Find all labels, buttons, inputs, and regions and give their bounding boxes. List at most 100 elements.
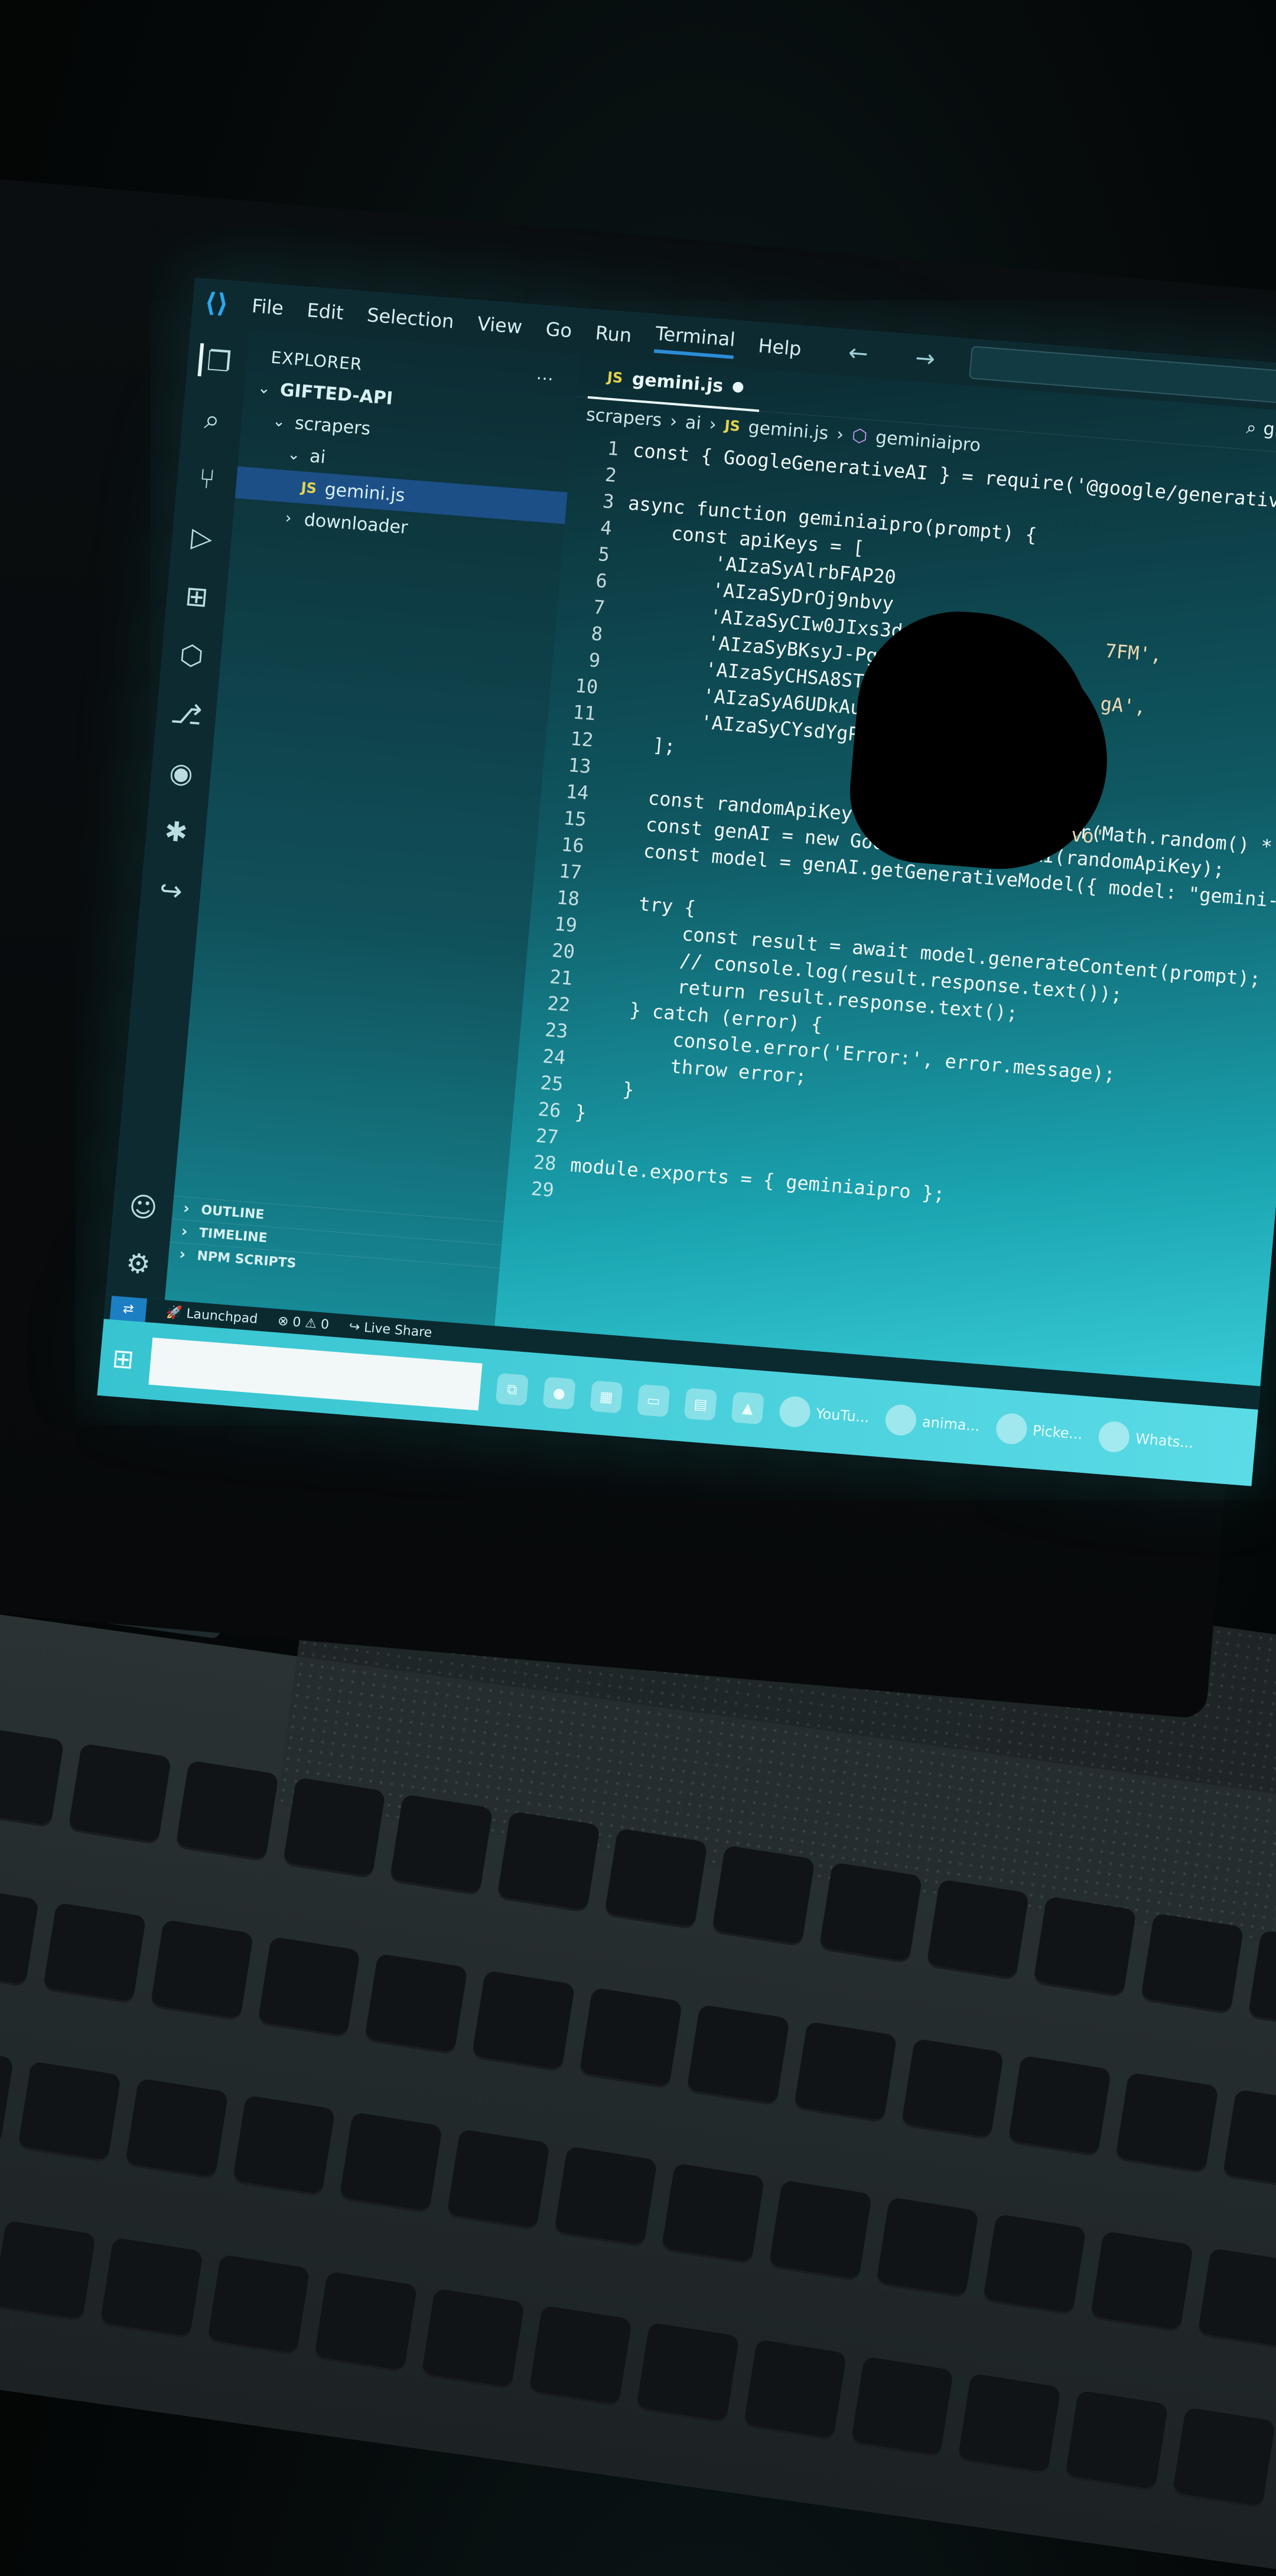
- key-fragment-3: vo': [1070, 823, 1106, 849]
- taskbar-app-3[interactable]: Picke...: [995, 1412, 1084, 1449]
- chevron-right-icon: ›: [669, 410, 678, 432]
- menu-edit[interactable]: Edit: [306, 299, 344, 324]
- line-number: 11: [572, 700, 597, 725]
- app-avatar-icon: [884, 1403, 918, 1437]
- vscode-logo-icon: ⟨⟩: [203, 287, 230, 319]
- search-icon[interactable]: ⌕: [194, 402, 230, 438]
- cube-icon[interactable]: ⬡: [174, 637, 210, 673]
- app-avatar-icon: [778, 1395, 812, 1429]
- launchpad-item[interactable]: 🚀 Launchpad: [165, 1305, 258, 1326]
- folder-icon[interactable]: ▭: [636, 1384, 670, 1417]
- chevron-right-icon: ›: [835, 423, 845, 445]
- menu-go[interactable]: Go: [545, 318, 573, 342]
- chevron-down-icon: ⌄: [272, 412, 287, 431]
- more-actions-icon[interactable]: ···: [535, 369, 554, 389]
- js-file-icon: JS: [606, 369, 624, 387]
- source-control-icon[interactable]: ⑂: [189, 461, 225, 497]
- code-text: ];: [606, 730, 677, 758]
- vlc-icon[interactable]: ▲: [731, 1391, 764, 1425]
- keyboard-key: [850, 2356, 954, 2458]
- keyboard-key: [768, 2180, 872, 2282]
- code-editor[interactable]: 7FM', gA', vo' 1 const { GoogleGenerative…: [506, 430, 1276, 1260]
- line-number: 26: [537, 1097, 562, 1122]
- chevron-down-icon: ⌄: [287, 445, 301, 464]
- settings-gear-icon[interactable]: ⚙: [121, 1245, 157, 1281]
- keyboard-key: [1008, 2055, 1112, 2157]
- live-share-icon[interactable]: ↪: [153, 873, 189, 908]
- keyboard-key: [125, 2078, 229, 2180]
- menu-run[interactable]: Run: [594, 322, 632, 347]
- warning-icon: ⚠: [304, 1315, 318, 1332]
- keyboard-key: [0, 2220, 96, 2322]
- app-avatar-icon: [995, 1412, 1028, 1446]
- sidebar-panels: › OUTLINE › TIMELINE › NPM SCRIPTS: [168, 1195, 504, 1291]
- keyboard-key: [793, 2021, 897, 2123]
- menu-selection[interactable]: Selection: [366, 304, 455, 332]
- keyboard-key: [0, 1726, 64, 1828]
- taskbar-app-4[interactable]: Whats...: [1098, 1420, 1194, 1458]
- line-number: 8: [590, 622, 604, 645]
- kubernetes-icon[interactable]: ✱: [158, 814, 194, 849]
- keyboard-key: [339, 2112, 443, 2214]
- line-number: 25: [539, 1071, 564, 1095]
- keyboard-key: [958, 2372, 1062, 2475]
- keyboard-key: [17, 2060, 121, 2163]
- taskbar-search[interactable]: [148, 1337, 483, 1411]
- breadcrumb-file[interactable]: gemini.js: [747, 417, 829, 444]
- run-debug-icon[interactable]: ▷: [184, 520, 220, 555]
- line-number: 22: [546, 992, 571, 1016]
- breadcrumb-ai[interactable]: ai: [685, 412, 702, 433]
- keyboard-key: [0, 2044, 14, 2146]
- chevron-right-icon: ›: [180, 1222, 188, 1241]
- keyboard-key: [1115, 2072, 1219, 2174]
- keyboard-key: [257, 1936, 361, 2038]
- task-view-icon[interactable]: ⧉: [495, 1372, 529, 1406]
- breadcrumb-scrapers[interactable]: scrapers: [585, 404, 663, 431]
- keyboard-key: [471, 1970, 575, 2072]
- explorer-icon[interactable]: ❐: [197, 343, 237, 379]
- back-arrow-icon[interactable]: ←: [847, 339, 869, 367]
- live-share-item[interactable]: ↪ Live Share: [349, 1319, 433, 1340]
- taskbar-app-1[interactable]: YouTu...: [778, 1395, 871, 1433]
- chat-icon[interactable]: ●: [542, 1377, 576, 1410]
- keyboard-key: [67, 1743, 172, 1845]
- keyboard-key: [1033, 1896, 1137, 1998]
- keyboard-key: [99, 2236, 203, 2339]
- remote-indicator-icon[interactable]: ⇄: [109, 1296, 148, 1322]
- keyboard-key: [1222, 2089, 1276, 2191]
- keyboard-key: [554, 2145, 657, 2248]
- files-icon[interactable]: ▦: [590, 1380, 623, 1414]
- keyboard-key: [711, 1845, 815, 1947]
- keyboard-key: [232, 2095, 336, 2197]
- problems-item[interactable]: ⊗ 0 ⚠ 0: [277, 1313, 330, 1332]
- app-avatar-icon: [1098, 1420, 1131, 1454]
- keyboard-key: [982, 2213, 1087, 2316]
- laptop-screen: ⟨⟩ File Edit Selection View Go Run Termi…: [97, 278, 1276, 1486]
- explorer-app-icon[interactable]: ▤: [683, 1388, 718, 1421]
- window-title: ⌕ gifted-a: [1245, 417, 1276, 445]
- search-icon: ⌕: [1245, 417, 1258, 439]
- menu-file[interactable]: File: [251, 295, 285, 319]
- unsaved-dot-icon[interactable]: [732, 381, 744, 393]
- account-icon[interactable]: ☺: [125, 1189, 161, 1225]
- taskbar-app-2[interactable]: anima...: [884, 1403, 981, 1442]
- symbol-cube-icon: ⬡: [851, 425, 868, 447]
- forward-arrow-icon[interactable]: →: [914, 344, 936, 373]
- keyboard-key: [1140, 1913, 1244, 2015]
- menu-terminal[interactable]: Terminal: [653, 322, 737, 359]
- keyboard-key: [686, 2004, 790, 2106]
- keyboard-key: [900, 2037, 1005, 2140]
- keyboard-key: [636, 2321, 740, 2424]
- rocket-icon: 🚀: [165, 1305, 187, 1321]
- menu-view[interactable]: View: [477, 312, 523, 338]
- github-icon[interactable]: ◉: [163, 755, 199, 791]
- keyboard-key: [282, 1777, 386, 1879]
- extensions-icon[interactable]: ⊞: [179, 579, 215, 614]
- windows-start-icon[interactable]: ⊞: [111, 1343, 135, 1375]
- line-number: 7: [593, 595, 606, 619]
- git-graph-icon[interactable]: ⎇: [168, 696, 204, 732]
- menu-help[interactable]: Help: [757, 334, 802, 360]
- error-icon: ⊗: [276, 1313, 289, 1329]
- breadcrumb-symbol[interactable]: geminiaipro: [875, 427, 982, 456]
- keyboard-key: [528, 2304, 633, 2407]
